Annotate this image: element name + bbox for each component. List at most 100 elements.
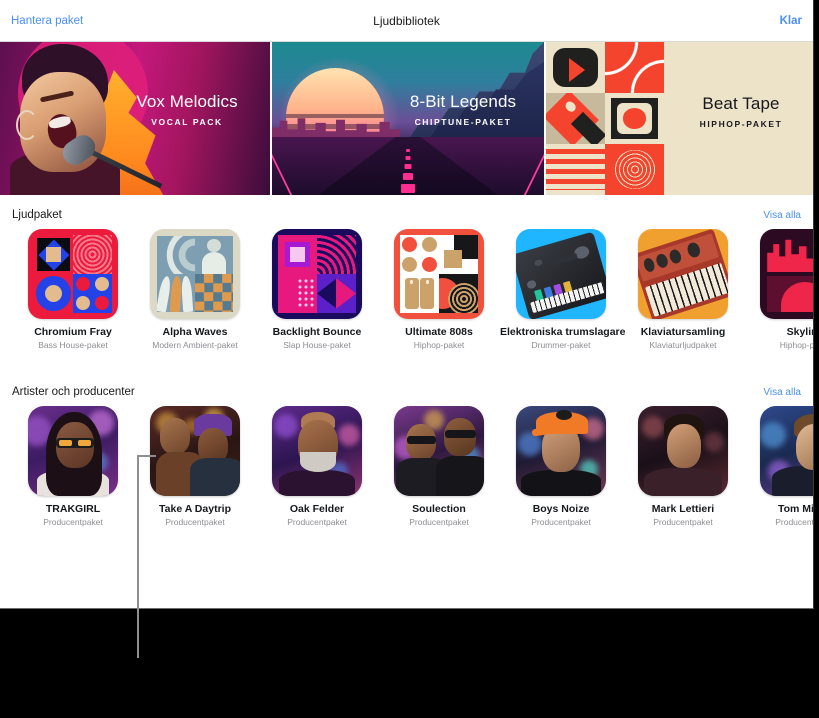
art-quadrant: [34, 235, 73, 274]
see-all-link-sound-packs[interactable]: Visa alla: [763, 210, 801, 221]
art-quadrant: [157, 236, 195, 274]
artist-name: Take A Daytrip: [159, 503, 231, 515]
art-quadrant: [317, 274, 356, 313]
artist-name: Boys Noize: [532, 503, 590, 515]
artist-photo-mark-lettieri: [638, 406, 728, 496]
pack-subtitle: Drummer-paket: [531, 340, 591, 350]
pack-subtitle: Klaviaturljudpaket: [649, 340, 717, 350]
section-title: Ljudpaket: [12, 209, 62, 221]
pack-subtitle: Bass House-paket: [38, 340, 108, 350]
cap-button: [556, 410, 572, 420]
sound-pack-tile[interactable]: Skyline Hiphop-paket: [744, 229, 813, 350]
banner-text-block: 8-Bit Legends CHIPTUNE-PAKET: [384, 92, 542, 127]
banner-artwork-grid: [546, 42, 664, 195]
art-cell-diamond: [546, 93, 605, 144]
sound-pack-tile[interactable]: Ultimate 808s Hiphop-paket: [378, 229, 500, 350]
artist-tile[interactable]: TRAKGIRL Producentpaket: [12, 406, 134, 527]
glasses-icon: [407, 436, 436, 444]
banner-subtitle: HIPHOP-PAKET: [699, 119, 783, 129]
road-dash: [405, 156, 411, 160]
art-cell-bars: [546, 144, 605, 195]
art-quadrant: [439, 274, 478, 313]
artist-row[interactable]: TRAKGIRL Producentpaket Take A Daytrip P…: [0, 406, 813, 527]
pack-subtitle: Hiphop-paket: [413, 340, 465, 350]
artist-torso-right: [436, 456, 484, 496]
sound-pack-row[interactable]: Chromium Fray Bass House-paket Alpha Wav…: [0, 229, 813, 350]
artist-torso: [772, 466, 813, 496]
artist-head-left: [160, 418, 190, 454]
pack-artwork-drum-machines: [516, 229, 606, 319]
singer-earring: [16, 110, 38, 140]
sound-pack-tile[interactable]: Backlight Bounce Slap House-paket: [256, 229, 378, 350]
featured-banner-8-bit-legends[interactable]: 8-Bit Legends CHIPTUNE-PAKET: [272, 42, 544, 195]
artist-photo-trakgirl: [28, 406, 118, 496]
art-quadrant: [317, 235, 356, 274]
artist-subtitle: Producentpaket: [531, 517, 591, 527]
pack-name: Elektroniska trumslagare: [500, 326, 626, 338]
sound-pack-tile[interactable]: Alpha Waves Modern Ambient-paket: [134, 229, 256, 350]
screen-root: Hantera paket Ljudbibliotek Klar Vox Mel…: [0, 0, 819, 718]
pack-subtitle: Modern Ambient-paket: [152, 340, 238, 350]
featured-banner-vox-melodics[interactable]: Vox Melodics VOCAL PACK: [0, 42, 270, 195]
pack-name: Klaviatursamling: [640, 326, 726, 338]
record-dot: [622, 108, 647, 129]
art-quadrant: [157, 274, 195, 312]
artist-tile[interactable]: Take A Daytrip Producentpaket: [134, 406, 256, 527]
artist-torso-right: [190, 458, 240, 496]
beard-shape: [300, 452, 336, 472]
see-all-link-artists[interactable]: Visa alla: [763, 387, 801, 398]
banner-subtitle: VOCAL PACK: [151, 117, 223, 127]
sound-pack-tile[interactable]: Elektroniska trumslagare Drummer-paket: [500, 229, 626, 350]
done-button[interactable]: Klar: [780, 15, 802, 27]
artist-tile[interactable]: Mark Lettieri Producentpaket: [622, 406, 744, 527]
road-dash: [401, 184, 415, 193]
page-title: Ljudbibliotek: [373, 13, 440, 28]
pack-artwork-backlight-bounce: [272, 229, 362, 319]
pack-artwork-skyline: [760, 229, 813, 319]
artist-photo-tom-misch: [760, 406, 813, 496]
play-icon: [553, 48, 598, 87]
art-cell-arcs: [605, 42, 664, 93]
callout-leader-vertical: [137, 455, 139, 658]
drum-machine-icon: [516, 231, 606, 319]
sound-library-window: Hantera paket Ljudbibliotek Klar Vox Mel…: [0, 0, 814, 609]
artist-photo-soulection: [394, 406, 484, 496]
artist-subtitle: Producentpaket: [287, 517, 347, 527]
artist-head: [667, 424, 701, 468]
artist-subtitle: Producentpaket: [775, 517, 813, 527]
pack-name: Backlight Bounce: [272, 326, 362, 338]
artist-subtitle: Producentpaket: [653, 517, 713, 527]
artist-tile[interactable]: Soulection Producentpaket: [378, 406, 500, 527]
banner-title: Beat Tape: [702, 94, 780, 113]
banner-text-block: Beat Tape HIPHOP-PAKET: [664, 94, 813, 129]
artist-tile[interactable]: Tom Misch Producentpaket: [744, 406, 813, 527]
artist-tile[interactable]: Boys Noize Producentpaket: [500, 406, 622, 527]
artist-name: Tom Misch: [777, 503, 813, 515]
pack-name: Skyline: [786, 326, 813, 338]
artist-photo-oak-felder: [272, 406, 362, 496]
pack-artwork-ultimate-808s: [394, 229, 484, 319]
arc-pattern: [605, 42, 664, 93]
featured-banner-beat-tape[interactable]: Beat Tape HIPHOP-PAKET: [546, 42, 813, 195]
sound-pack-tile[interactable]: Chromium Fray Bass House-paket: [12, 229, 134, 350]
art-quadrant: [73, 274, 112, 313]
banner-subtitle: CHIPTUNE-PAKET: [414, 117, 512, 127]
section-header-artists: Artister och producenter Visa alla: [0, 378, 813, 406]
pack-artwork-alpha-waves: [150, 229, 240, 319]
pack-subtitle: Slap House-paket: [283, 340, 351, 350]
art-quadrant: [278, 235, 317, 274]
section-title: Artister och producenter: [12, 386, 135, 398]
road-dash: [403, 173, 413, 180]
banner-title: 8-Bit Legends: [409, 92, 517, 111]
vinyl-icon: [614, 150, 656, 189]
sound-pack-tile[interactable]: Klaviatursamling Klaviaturljudpaket: [622, 229, 744, 350]
art-cell-vinyl: [605, 144, 664, 195]
bar-pattern: [546, 149, 605, 190]
artist-photo-take-a-daytrip: [150, 406, 240, 496]
artist-torso: [279, 470, 355, 496]
artist-name: Soulection: [412, 503, 466, 515]
artist-tile[interactable]: Oak Felder Producentpaket: [256, 406, 378, 527]
artist-name: Mark Lettieri: [651, 503, 715, 515]
pack-name: Ultimate 808s: [405, 326, 473, 338]
manage-packs-button[interactable]: Hantera paket: [11, 15, 83, 27]
